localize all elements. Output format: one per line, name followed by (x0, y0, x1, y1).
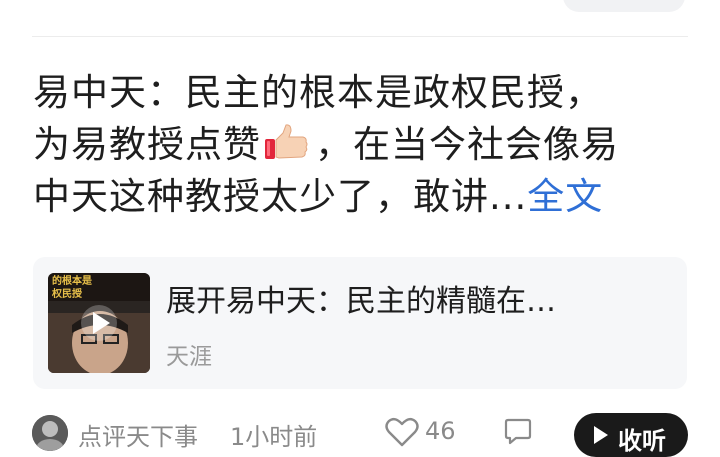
post-time: 1小时前 (230, 423, 318, 451)
author-name[interactable]: 点评天下事 (78, 417, 198, 452)
fulltext-link[interactable]: 全文 (527, 175, 603, 218)
top-action-pill[interactable] (563, 0, 685, 12)
link-card-title: 展开易中天：民主的精髓在… (166, 284, 556, 319)
thumbs-up-icon (265, 124, 308, 159)
post-footer: 点评天下事 1小时前 46 收听 (0, 405, 720, 457)
post-text[interactable]: 易中天：民主的根本是政权民授， 为易教授点赞 ，在当今社会像易 中天这种教授太少… (33, 67, 693, 223)
post-text-line2a: 为易教授点赞 (33, 123, 261, 166)
comment-icon[interactable] (504, 417, 532, 445)
link-card-source: 天涯 (166, 344, 212, 370)
divider (32, 36, 688, 37)
like-count: 46 (425, 417, 456, 445)
avatar[interactable] (32, 415, 68, 451)
listen-button[interactable]: 收听 (574, 413, 688, 457)
post-text-line1: 易中天：民主的根本是政权民授， (33, 71, 603, 114)
thumb-overlay-line1: 的根本是 (52, 274, 92, 287)
post-text-line3: 中天这种教授太少了，敢讲... (33, 175, 528, 218)
post-text-line2b: ，在当今社会像易 (315, 123, 619, 166)
play-icon (81, 305, 117, 341)
thumb-overlay-line2: 权民授 (51, 287, 83, 300)
video-thumbnail[interactable]: 的根本是 权民授 (48, 273, 150, 373)
listen-label: 收听 (618, 427, 666, 455)
link-card[interactable]: 的根本是 权民授 展开易中天：民主的精髓在… 天涯 (33, 257, 687, 389)
